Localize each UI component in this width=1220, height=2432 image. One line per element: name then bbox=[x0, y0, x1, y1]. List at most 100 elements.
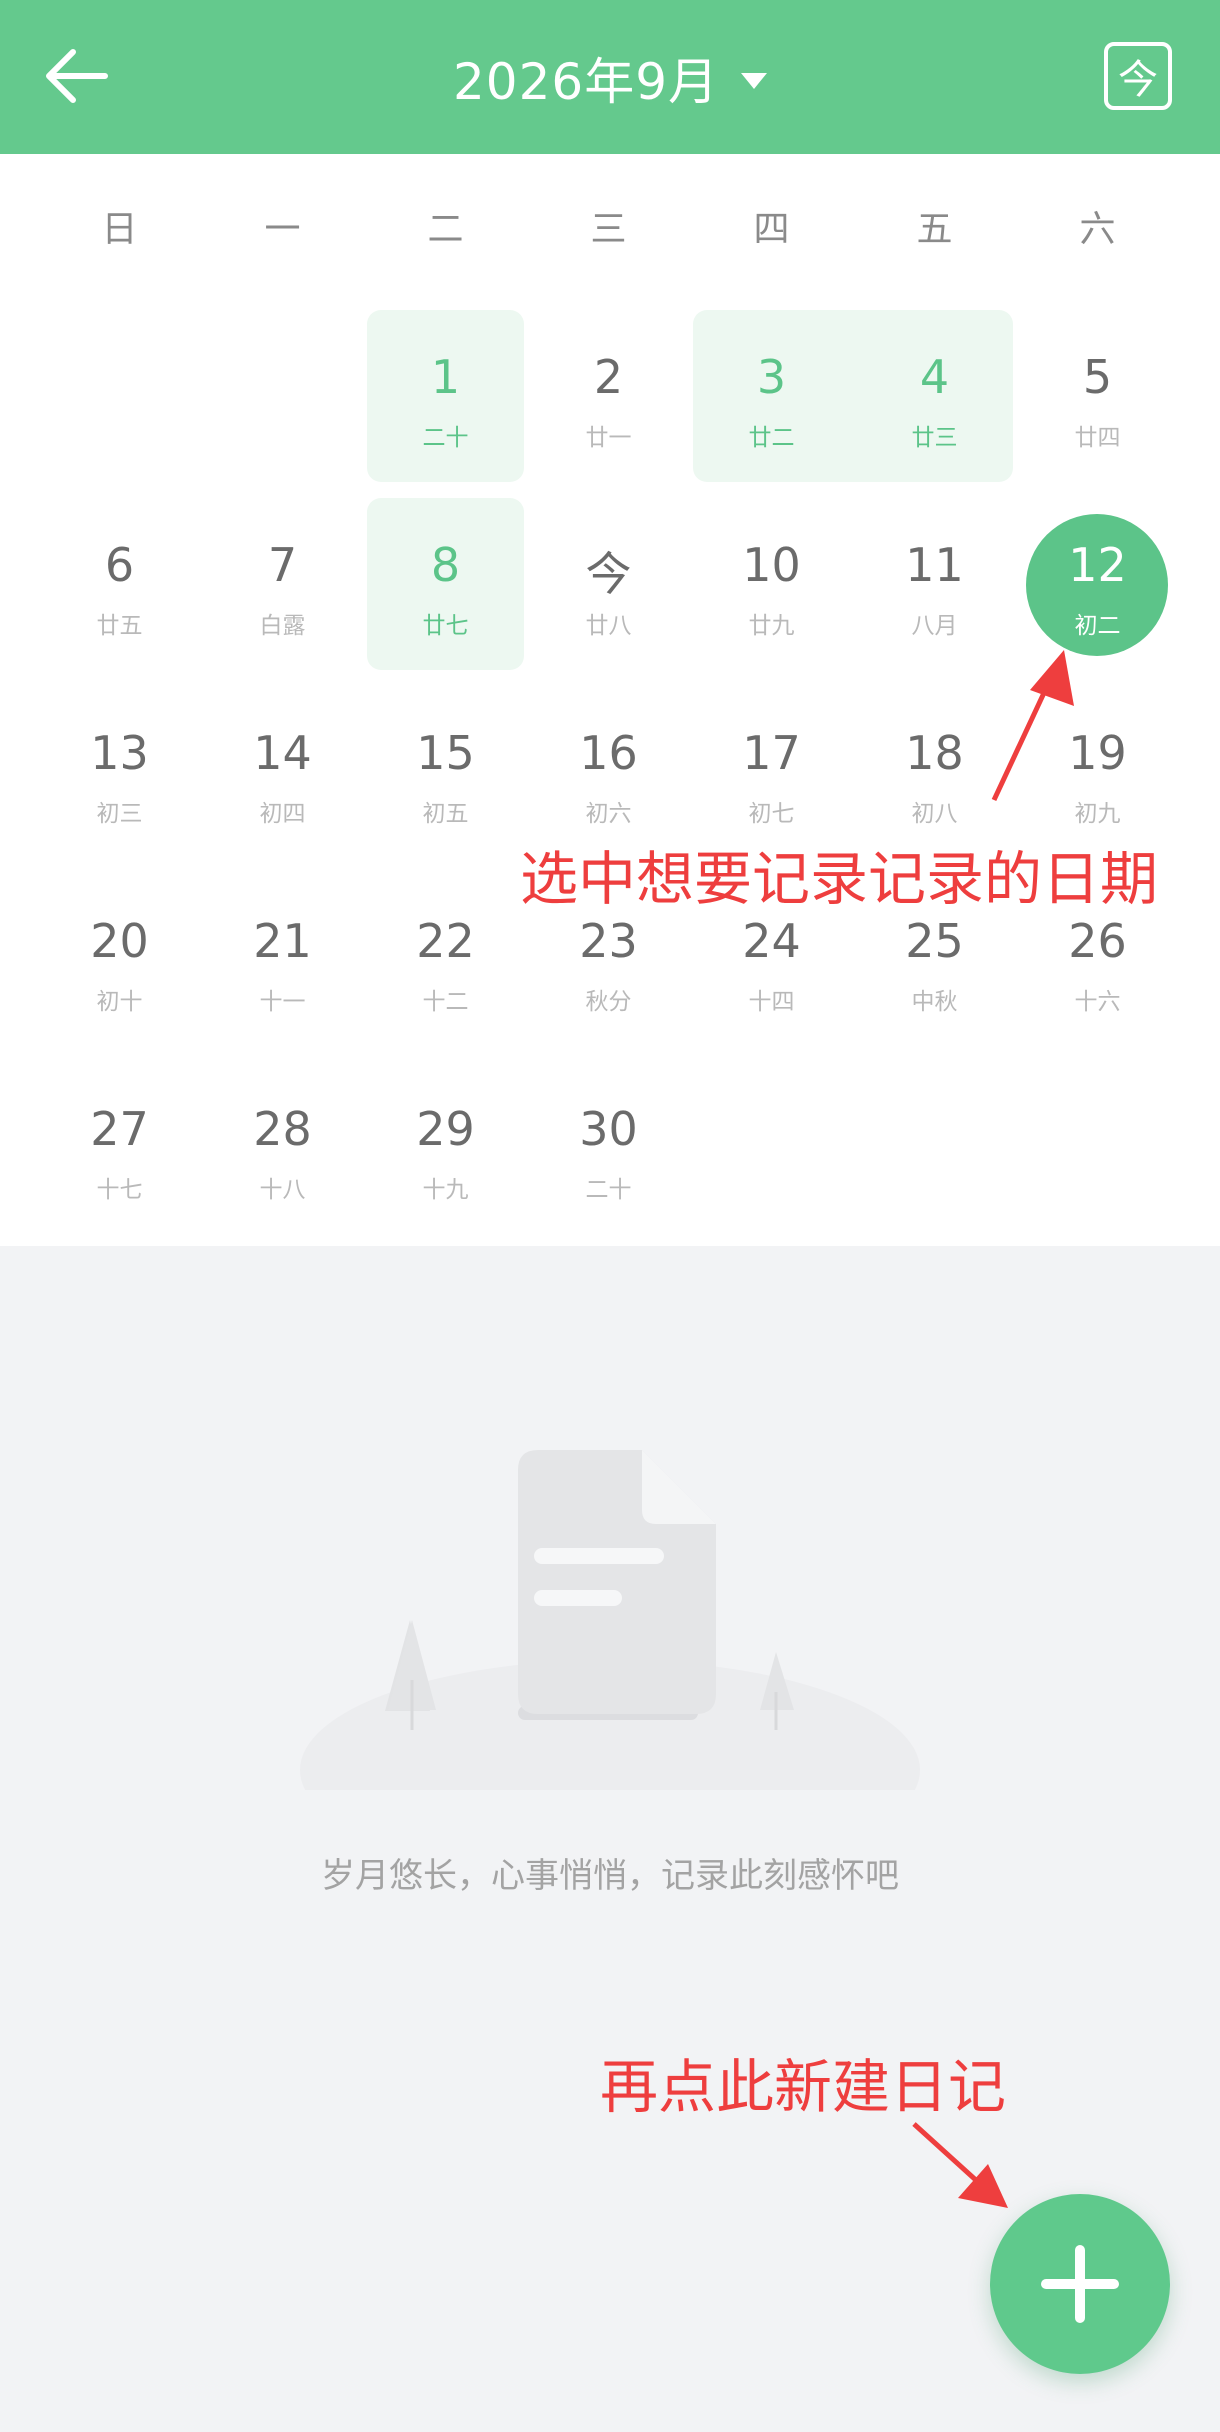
day-number: 28 bbox=[253, 1102, 312, 1156]
day-number: 23 bbox=[579, 914, 638, 968]
calendar-day[interactable]: 13 初三 bbox=[38, 690, 201, 858]
lunar-date: 二十 bbox=[585, 1177, 632, 1203]
calendar-day[interactable]: 今廿八 bbox=[527, 502, 690, 670]
today-button[interactable]: 今 bbox=[1104, 42, 1172, 110]
day-number: 26 bbox=[1068, 914, 1127, 968]
lunar-date: 十八 bbox=[259, 1177, 306, 1203]
lunar-date: 白露 bbox=[259, 613, 306, 639]
day-number: 20 bbox=[90, 914, 149, 968]
lunar-date: 十四 bbox=[748, 989, 795, 1015]
calendar-day[interactable]: 29 十九 bbox=[364, 1066, 527, 1234]
lunar-date: 中秋 bbox=[911, 989, 958, 1015]
lunar-date: 初五 bbox=[422, 801, 469, 827]
calendar-day[interactable]: 4 廿三 bbox=[853, 314, 1016, 482]
day-number: 17 bbox=[742, 726, 801, 780]
day-number: 2 bbox=[593, 350, 624, 404]
day-number: 27 bbox=[90, 1102, 149, 1156]
lunar-date: 初六 bbox=[585, 801, 632, 827]
calendar-day-selected[interactable]: 12 初二 bbox=[1016, 502, 1179, 670]
day-number: 7 bbox=[267, 538, 298, 592]
day-number: 22 bbox=[416, 914, 475, 968]
day-number: 15 bbox=[416, 726, 475, 780]
day-number: 1 bbox=[430, 350, 461, 404]
lunar-date: 十七 bbox=[96, 1177, 143, 1203]
day-number: 11 bbox=[905, 538, 964, 592]
day-number: 14 bbox=[253, 726, 312, 780]
lunar-date: 初二 bbox=[1074, 613, 1121, 639]
weekday-header: 日一二三四五六 bbox=[0, 200, 1220, 280]
weekday-label: 日 bbox=[101, 209, 138, 250]
lunar-date: 十九 bbox=[422, 1177, 469, 1203]
lunar-date: 十一 bbox=[259, 989, 306, 1015]
day-number: 5 bbox=[1082, 350, 1113, 404]
empty-state-text: 岁月悠长，心事悄悄，记录此刻感怀吧 bbox=[321, 1856, 899, 1896]
calendar-day[interactable]: 28 十八 bbox=[201, 1066, 364, 1234]
calendar-day[interactable]: 10 廿九 bbox=[690, 502, 853, 670]
lunar-date: 初四 bbox=[259, 801, 306, 827]
calendar-day[interactable]: 6 廿五 bbox=[38, 502, 201, 670]
calendar-day[interactable]: 14 初四 bbox=[201, 690, 364, 858]
day-number: 今 bbox=[585, 547, 632, 601]
day-number: 4 bbox=[919, 350, 950, 404]
calendar-day[interactable]: 7 白露 bbox=[201, 502, 364, 670]
month-selector[interactable]: 2026年9月 bbox=[0, 38, 1220, 118]
lunar-date: 廿九 bbox=[748, 613, 795, 639]
day-number: 13 bbox=[90, 726, 149, 780]
lunar-date: 十二 bbox=[422, 989, 469, 1015]
lunar-date: 八月 bbox=[911, 613, 958, 639]
lunar-date: 廿八 bbox=[585, 613, 632, 639]
day-number: 16 bbox=[579, 726, 638, 780]
add-diary-button[interactable] bbox=[990, 2194, 1170, 2374]
lunar-date: 廿四 bbox=[1074, 425, 1121, 451]
lunar-date: 廿二 bbox=[748, 425, 795, 451]
calendar-day[interactable]: 1 二十 bbox=[364, 314, 527, 482]
day-number: 25 bbox=[905, 914, 964, 968]
lunar-date: 廿五 bbox=[96, 613, 143, 639]
annotation-arrow-new bbox=[912, 2122, 1008, 2208]
calendar-day[interactable]: 2 廿一 bbox=[527, 314, 690, 482]
top-bar: 2026年9月 今 bbox=[0, 0, 1220, 154]
calendar-day[interactable]: 15 初五 bbox=[364, 690, 527, 858]
lunar-date: 秋分 bbox=[585, 989, 632, 1015]
lunar-date: 廿三 bbox=[911, 425, 958, 451]
weekday-label: 一 bbox=[264, 209, 301, 250]
day-number: 24 bbox=[742, 914, 801, 968]
plus-icon bbox=[1041, 2245, 1119, 2323]
calendar-day[interactable]: 27 十七 bbox=[38, 1066, 201, 1234]
annotation-new-diary: 再点此新建日记 bbox=[600, 2053, 1007, 2121]
day-number: 6 bbox=[104, 538, 135, 592]
month-title: 2026年9月 bbox=[452, 53, 720, 111]
calendar-day[interactable]: 3 廿二 bbox=[690, 314, 853, 482]
calendar-day[interactable]: 22 十二 bbox=[364, 878, 527, 1046]
lunar-date: 十六 bbox=[1074, 989, 1121, 1015]
today-label: 今 bbox=[1118, 57, 1158, 103]
empty-document-illustration bbox=[300, 1450, 920, 1790]
lunar-date: 初三 bbox=[96, 801, 143, 827]
lunar-date: 初七 bbox=[748, 801, 795, 827]
lunar-date: 廿七 bbox=[422, 613, 469, 639]
lunar-date: 二十 bbox=[422, 425, 469, 451]
calendar-day[interactable]: 8 廿七 bbox=[364, 502, 527, 670]
calendar-day[interactable]: 11 八月 bbox=[853, 502, 1016, 670]
day-number: 10 bbox=[742, 538, 801, 592]
annotation-select-date: 选中想要记录记录的日期 bbox=[520, 845, 1159, 913]
annotation-arrow-select bbox=[991, 650, 1074, 802]
day-number: 8 bbox=[430, 538, 461, 592]
calendar-day[interactable]: 21 十一 bbox=[201, 878, 364, 1046]
lunar-date: 初十 bbox=[96, 989, 143, 1015]
day-number: 29 bbox=[416, 1102, 475, 1156]
day-number: 12 bbox=[1068, 538, 1127, 592]
day-number: 30 bbox=[579, 1102, 638, 1156]
calendar-day[interactable]: 5 廿四 bbox=[1016, 314, 1179, 482]
calendar-day[interactable]: 30 二十 bbox=[527, 1066, 690, 1234]
weekday-label: 六 bbox=[1079, 209, 1116, 250]
calendar-day[interactable]: 20 初十 bbox=[38, 878, 201, 1046]
day-number: 21 bbox=[253, 914, 312, 968]
weekday-label: 二 bbox=[427, 209, 464, 250]
lunar-date: 廿一 bbox=[585, 425, 632, 451]
weekday-label: 三 bbox=[590, 209, 627, 250]
day-number: 3 bbox=[756, 350, 787, 404]
weekday-label: 五 bbox=[916, 209, 953, 250]
chevron-down-icon bbox=[741, 73, 768, 89]
weekday-label: 四 bbox=[753, 209, 790, 250]
